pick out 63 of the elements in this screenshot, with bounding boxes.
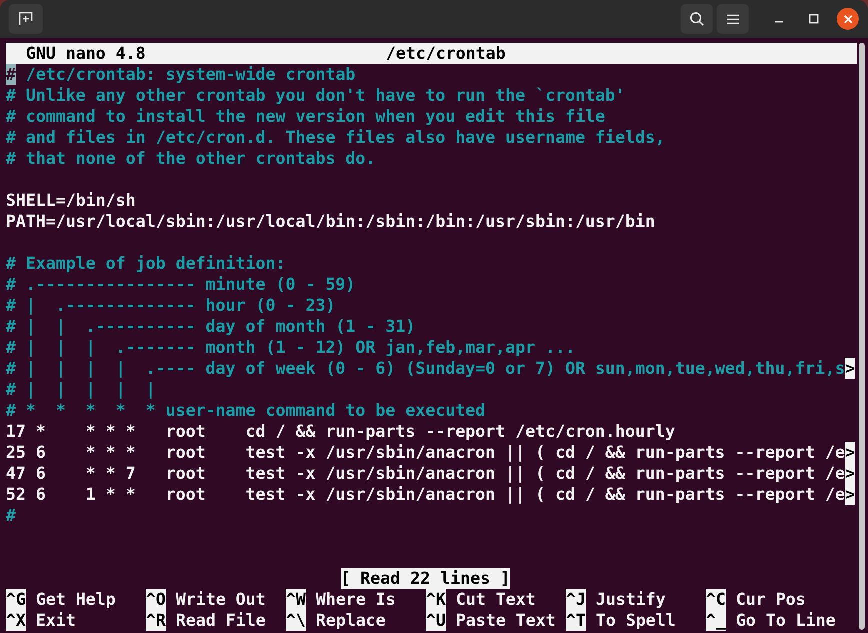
overflow-marker: >	[845, 484, 856, 505]
shortcut-label: Read File	[174, 610, 266, 631]
shortcut-label: Go To Line	[734, 610, 836, 631]
comment-line: # | | | | |	[6, 379, 156, 400]
maximize-icon	[809, 14, 819, 24]
code-line: PATH=/usr/local/sbin:/usr/local/bin:/sbin:/bin:/usr/sbin:/usr/bin	[6, 211, 656, 232]
shortcut-key: ^X	[6, 610, 26, 631]
code-line: /etc/crontab: system-wide crontab	[24, 64, 356, 85]
comment-line: # | | .---------- day of month (1 - 31)	[6, 316, 416, 337]
comment-line: # Unlike any other crontab you don't have to run the `crontab'	[6, 85, 626, 106]
app-version: GNU nano 4.8	[25, 43, 147, 64]
shortcut-key: ^\	[286, 610, 306, 631]
shortcut-label: Where Is	[314, 589, 396, 610]
overflow-marker: >	[845, 463, 856, 484]
comment-line: # command to install the new version when you edit this file	[6, 106, 606, 127]
overflow-marker: >	[845, 442, 856, 463]
shortcut-key: ^K	[426, 589, 446, 610]
comment-line: # | | | | .---- day of week (0 - 6) (Sunday=0 or 7) OR sun,mon,tue,wed,thu,fri,s	[6, 358, 846, 379]
scrollbar[interactable]	[859, 43, 865, 630]
shortcut-key: ^T	[566, 610, 586, 631]
minimize-icon	[775, 21, 783, 23]
close-icon	[844, 14, 852, 24]
shortcut-label: Cur Pos	[734, 589, 806, 610]
comment-line: # that none of the other crontabs do.	[6, 148, 376, 169]
comment-line: # | .------------- hour (0 - 23)	[6, 295, 336, 316]
shortcut-key: ^G	[6, 589, 26, 610]
file-name: /etc/crontab	[386, 43, 506, 64]
status-message: [ Read 22 lines ]	[340, 568, 510, 589]
code-line: 52 6 1 * * root test -x /usr/sbin/anacron || ( cd / && run-parts --report /e	[6, 484, 846, 505]
shortcut-key: ^O	[146, 589, 166, 610]
cursor: #	[6, 64, 16, 85]
shortcut-label: Replace	[314, 610, 386, 631]
code-line: 47 6 * * 7 root test -x /usr/sbin/anacron || ( cd / && run-parts --report /e	[6, 463, 846, 484]
code-line: SHELL=/bin/sh	[6, 190, 136, 211]
comment-line: #	[6, 505, 16, 526]
code-line: 17 * * * * root cd / && run-parts --report /etc/cron.hourly	[6, 421, 676, 442]
shortcut-key: ^C	[706, 589, 726, 610]
comment-line: # and files in /etc/cron.d. These files also have username fields,	[6, 127, 666, 148]
comment-line: # * * * * * user-name command to be executed	[6, 400, 486, 421]
shortcut-label: To Spell	[594, 610, 676, 631]
shortcut-label: Paste Text	[454, 610, 556, 631]
shortcut-label: Get Help	[34, 589, 116, 610]
code-line: 25 6 * * * root test -x /usr/sbin/anacron || ( cd / && run-parts --report /e	[6, 442, 846, 463]
comment-line: # .---------------- minute (0 - 59)	[6, 274, 356, 295]
overflow-marker: >	[845, 358, 856, 379]
shortcut-label: Justify	[594, 589, 666, 610]
search-button[interactable]	[681, 4, 713, 34]
new-tab-icon	[19, 12, 33, 26]
close-button[interactable]	[837, 8, 859, 30]
comment-line: # Example of job definition:	[6, 253, 286, 274]
new-tab-button[interactable]	[9, 4, 43, 34]
shortcut-label: Write Out	[174, 589, 266, 610]
shortcut-key: ^_	[706, 610, 726, 631]
shortcut-label: Cut Text	[454, 589, 536, 610]
menu-button[interactable]	[717, 4, 749, 34]
shortcut-key: ^J	[566, 589, 586, 610]
shortcut-key: ^U	[426, 610, 446, 631]
menu-icon	[727, 14, 739, 24]
search-icon	[690, 12, 704, 26]
shortcut-key: ^W	[286, 589, 306, 610]
shortcut-label: Exit	[34, 610, 76, 631]
shortcut-key: ^R	[146, 610, 166, 631]
comment-line: # | | | .------- month (1 - 12) OR jan,feb,mar,apr ...	[6, 337, 576, 358]
